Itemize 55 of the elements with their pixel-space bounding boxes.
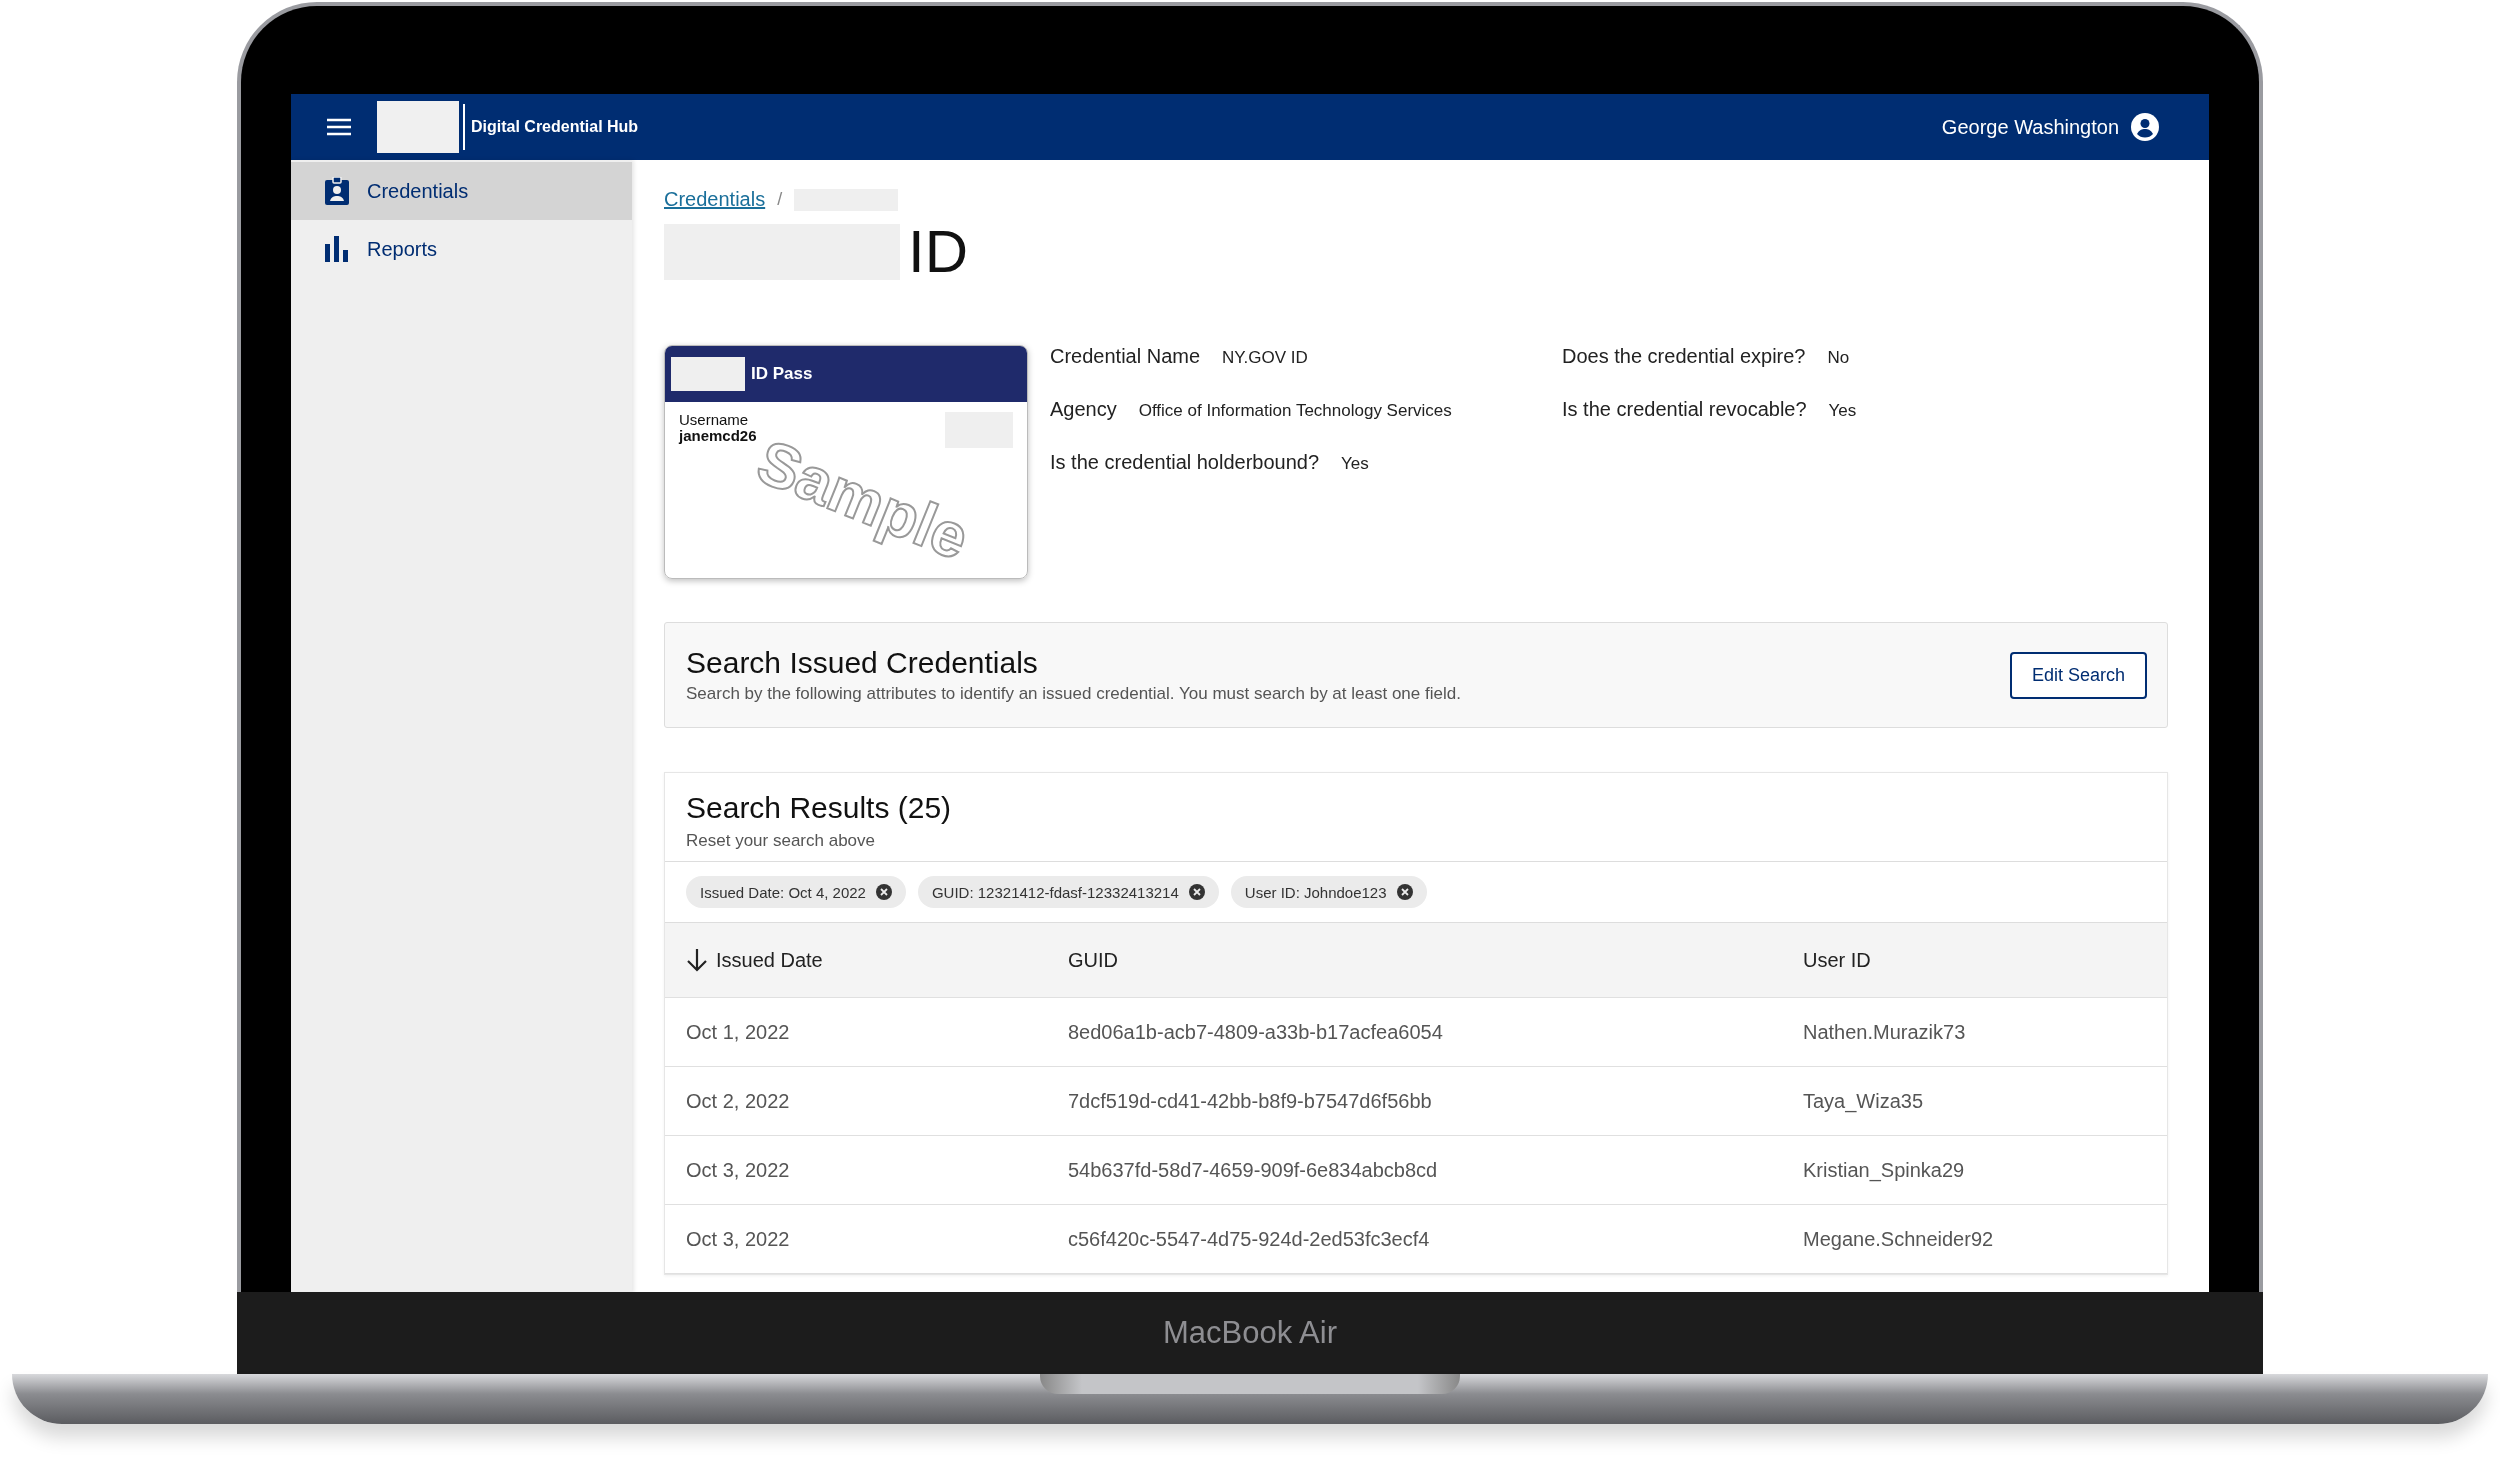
sidebar-item[interactable]: Reports (291, 220, 632, 278)
table-cell-text: Oct 1, 2022 (686, 1020, 791, 1044)
table-cell-text: 7dcf519d-cd41-42bb-b8f9-b7547d6f56bb (1068, 1089, 1433, 1113)
table-cell-text: 8ed06a1b-acb7-4809-a33b-b17acfea6054 (1068, 1020, 1444, 1044)
table-cell-text: Taya_Wiza35 (1803, 1089, 1925, 1113)
search-description: Search by the following attributes to identify an issued credential. You must search by at least one field. (686, 684, 1462, 704)
table-cell-text: Kristian_Spinka29 (1803, 1158, 1966, 1182)
detail-label: Is the credential holderbound? (1050, 451, 1320, 474)
app-title: Digital Credential Hub (471, 118, 639, 136)
table-cell-text: Oct 3, 2022 (686, 1158, 791, 1182)
detail-value: Office of Information Technology Services (1138, 401, 1452, 421)
search-title: Search Issued Credentials (686, 646, 1039, 680)
detail-value: No (1827, 348, 1850, 368)
sidebar-item[interactable]: Credentials (291, 162, 632, 220)
close-icon[interactable] (875, 884, 892, 900)
table-cell-text: Oct 2, 2022 (686, 1089, 791, 1113)
user-name: George Washington (1941, 115, 2119, 139)
close-icon[interactable] (1188, 884, 1205, 900)
arrow-down-icon[interactable] (686, 948, 708, 972)
detail-label: Agency (1050, 398, 1117, 421)
detail-label: Does the credential expire? (1562, 345, 1806, 368)
id-badge-icon (325, 177, 349, 205)
bar-chart-icon (325, 236, 349, 262)
card-field-label: Username (679, 412, 750, 428)
card-field-value: janemcd26 (679, 428, 757, 444)
sidebar-label: Credentials (367, 179, 469, 203)
column-header[interactable]: Issued Date (716, 948, 823, 972)
filter-label: Issued Date: Oct 4, 2022 (700, 883, 866, 901)
column-header[interactable]: User ID (1803, 948, 1871, 972)
filter-label: GUID: 12321412-fdasf-12332413214 (931, 883, 1179, 901)
table-cell-text: 54b637fd-58d7-4659-909f-6e834abcb8cd (1068, 1158, 1439, 1182)
results-title: Search Results (25) (686, 791, 953, 825)
menu-button[interactable] (327, 118, 351, 136)
user-icon[interactable] (2131, 113, 2159, 141)
device-label: MacBook Air (1163, 1315, 1337, 1351)
results-subtitle: Reset your search above (686, 831, 876, 851)
detail-label: Credential Name (1050, 345, 1201, 368)
table-cell-text: c56f420c-5547-4d75-924d-2ed53fc3ecf4 (1068, 1227, 1431, 1251)
close-icon[interactable] (1396, 884, 1413, 900)
filter-label: User ID: Johndoe123 (1244, 883, 1387, 901)
detail-value: NY.GOV ID (1222, 348, 1308, 368)
edit-search-button[interactable]: Edit Search (2009, 651, 2147, 699)
detail-value: Yes (1341, 454, 1369, 474)
table-cell-text: Oct 3, 2022 (686, 1227, 791, 1251)
detail-value: Yes (1828, 401, 1857, 421)
breadcrumb-separator: / (777, 189, 783, 210)
detail-label: Is the credential revocable? (1562, 398, 1807, 421)
sidebar-label: Reports (367, 237, 438, 261)
menu-icon (327, 118, 351, 136)
table-cell-text: Megane.Schneider92 (1803, 1227, 1995, 1251)
table-cell-text: Nathen.Murazik73 (1803, 1020, 1967, 1044)
column-header[interactable]: GUID (1068, 948, 1118, 972)
page-title: ID (908, 219, 968, 285)
card-title: ID Pass (751, 364, 813, 384)
breadcrumb-link[interactable]: Credentials (664, 188, 766, 211)
